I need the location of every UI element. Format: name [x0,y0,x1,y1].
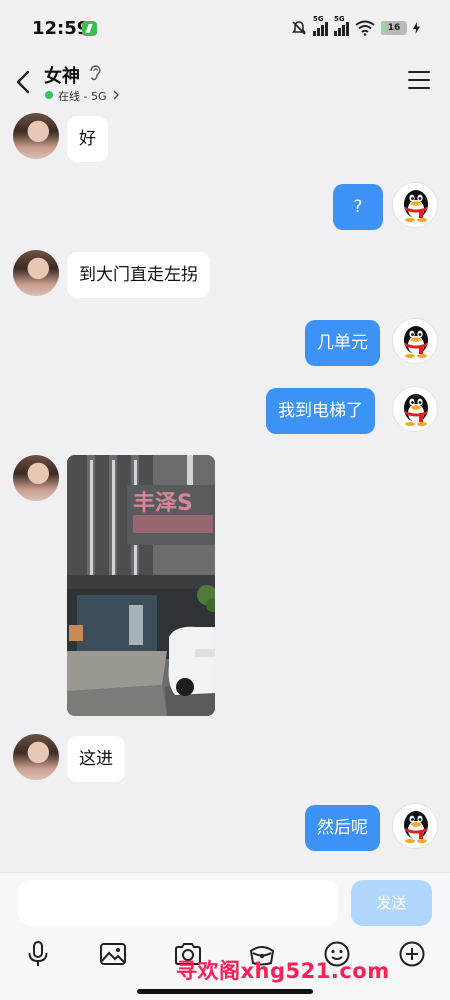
message-image[interactable]: 丰泽S [67,455,215,716]
more-button[interactable] [397,939,427,969]
message-bubble-incoming[interactable]: 到大门直走左拐 [67,252,210,298]
contact-avatar[interactable] [13,113,59,159]
ear-icon [90,65,101,81]
status-indicators: 5G 5G 16 [291,15,420,38]
message-bubble-incoming[interactable]: 这进 [67,736,125,782]
signal-strength-2-icon: 5G [334,15,349,36]
message-bubble-outgoing[interactable]: 我到电梯了 [266,388,375,434]
home-indicator[interactable] [137,989,313,994]
message-bubble-outgoing[interactable]: 然后呢 [305,805,380,851]
sign-text: 丰泽S [133,491,193,516]
message-bubble-incoming[interactable]: 好 [67,116,108,162]
my-avatar[interactable] [392,386,438,432]
my-avatar[interactable] [392,318,438,364]
message-bubble-outgoing[interactable]: ? [333,184,383,230]
chevron-right-icon [113,90,119,100]
menu-button[interactable] [408,71,430,91]
network-type-1: 5G [313,15,324,23]
online-status[interactable]: 在线 - 5G [58,88,107,104]
plus-icon [399,941,425,967]
mute-icon [292,21,306,35]
send-button[interactable]: 发送 [351,880,432,926]
voice-button[interactable] [23,939,53,969]
microphone-icon [28,941,48,966]
my-avatar[interactable] [392,182,438,228]
contact-avatar[interactable] [13,250,59,296]
penguin-icon [404,190,428,222]
charging-icon [413,22,420,34]
message-input[interactable] [18,880,338,926]
battery-level: 16 [387,23,401,33]
status-time: 12:59 [32,18,90,39]
message-bubble-outgoing[interactable]: 几单元 [305,320,380,366]
contact-avatar[interactable] [13,455,59,501]
building-photo: 丰泽S [67,455,215,716]
watermark: 寻欢阁xhg521.com [176,959,390,983]
signal-strength-1-icon: 5G [313,15,328,36]
online-indicator [45,91,53,99]
contact-avatar[interactable] [13,734,59,780]
chevron-left-icon [16,70,30,94]
wifi-icon [355,20,375,36]
penguin-icon [404,326,428,358]
penguin-icon [404,394,428,426]
contact-name[interactable]: 女神 [44,62,80,88]
image-icon [100,943,126,965]
battery-icon: 16 [381,21,407,35]
network-type-2: 5G [334,15,345,23]
image-button[interactable] [98,939,128,969]
app-notification-icon [82,21,97,36]
chat-header: 女神 在线 - 5G [0,56,450,108]
status-bar: 12:59 5G 5G 16 [0,0,450,56]
back-button[interactable] [10,66,38,98]
penguin-icon [404,811,428,843]
my-avatar[interactable] [392,803,438,849]
